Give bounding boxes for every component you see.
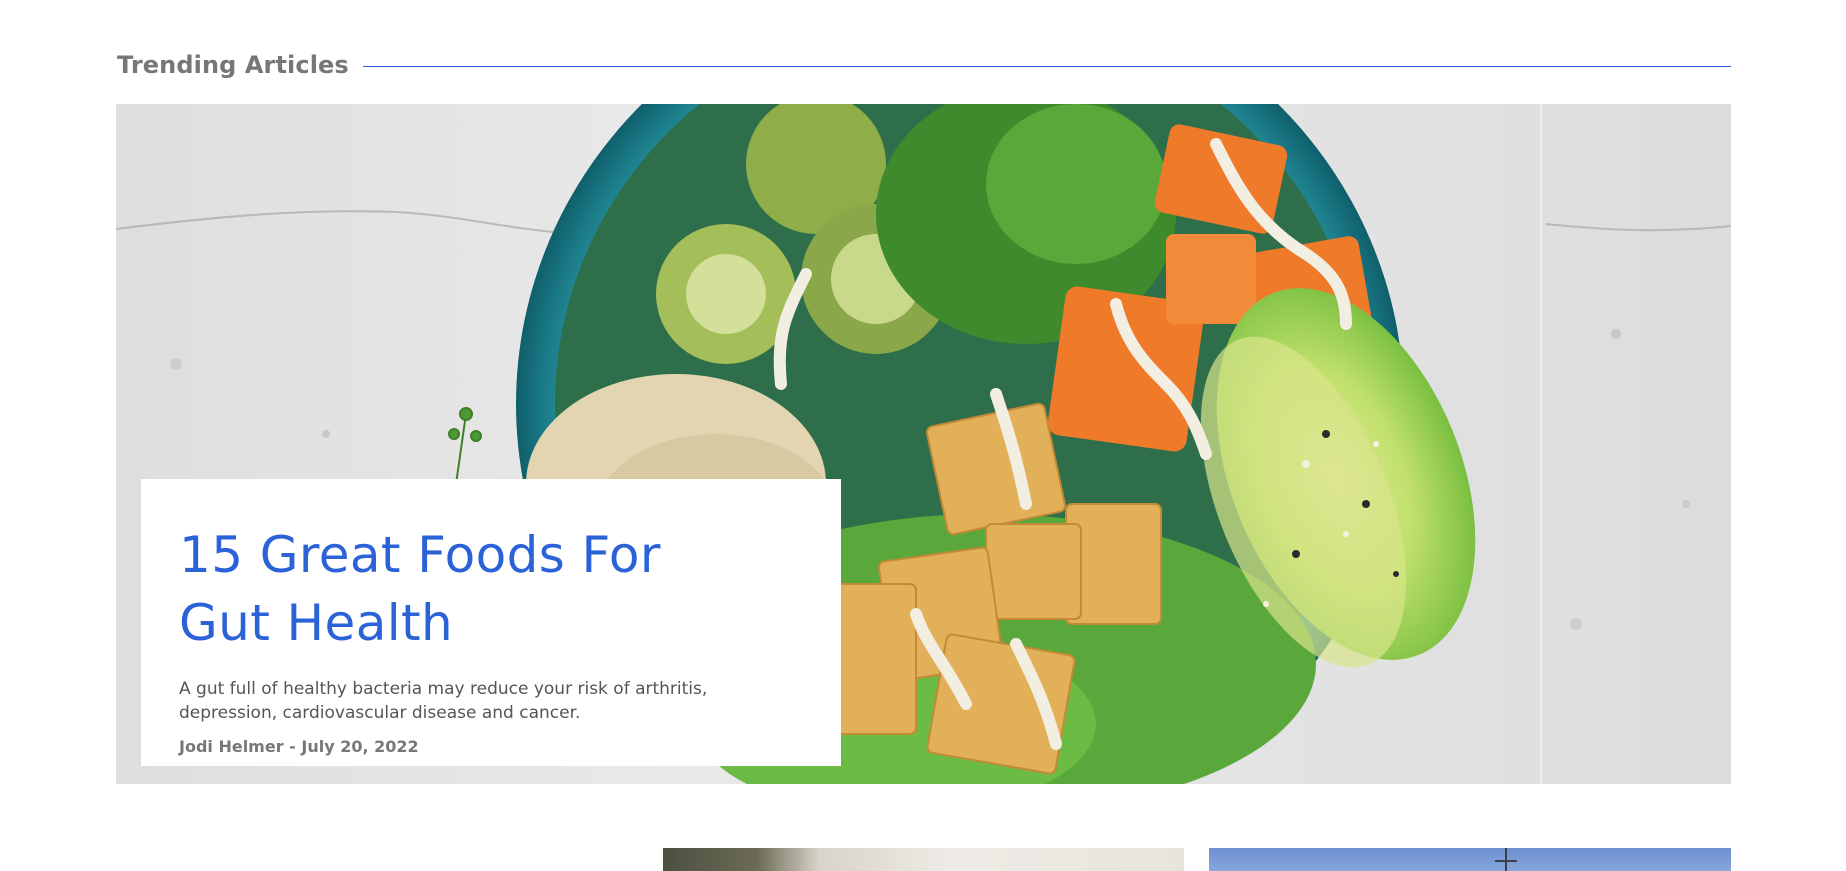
article-thumbnail-image[interactable] bbox=[1209, 848, 1731, 871]
section-title: Trending Articles bbox=[117, 51, 349, 79]
article-byline: Jodi Helmer - July 20, 2022 bbox=[179, 737, 419, 756]
article-summary: A gut full of healthy bacteria may reduc… bbox=[179, 679, 708, 723]
section-divider bbox=[362, 65, 1731, 67]
featured-article-card[interactable]: 15 Great Foods For Gut Health A gut full… bbox=[141, 479, 841, 766]
article-thumbnail-image[interactable] bbox=[663, 848, 1184, 871]
mast-crossbar-shape bbox=[1495, 860, 1517, 862]
section-header: Trending Articles bbox=[117, 46, 1731, 84]
article-title-link[interactable]: 15 Great Foods For Gut Health bbox=[179, 521, 679, 657]
